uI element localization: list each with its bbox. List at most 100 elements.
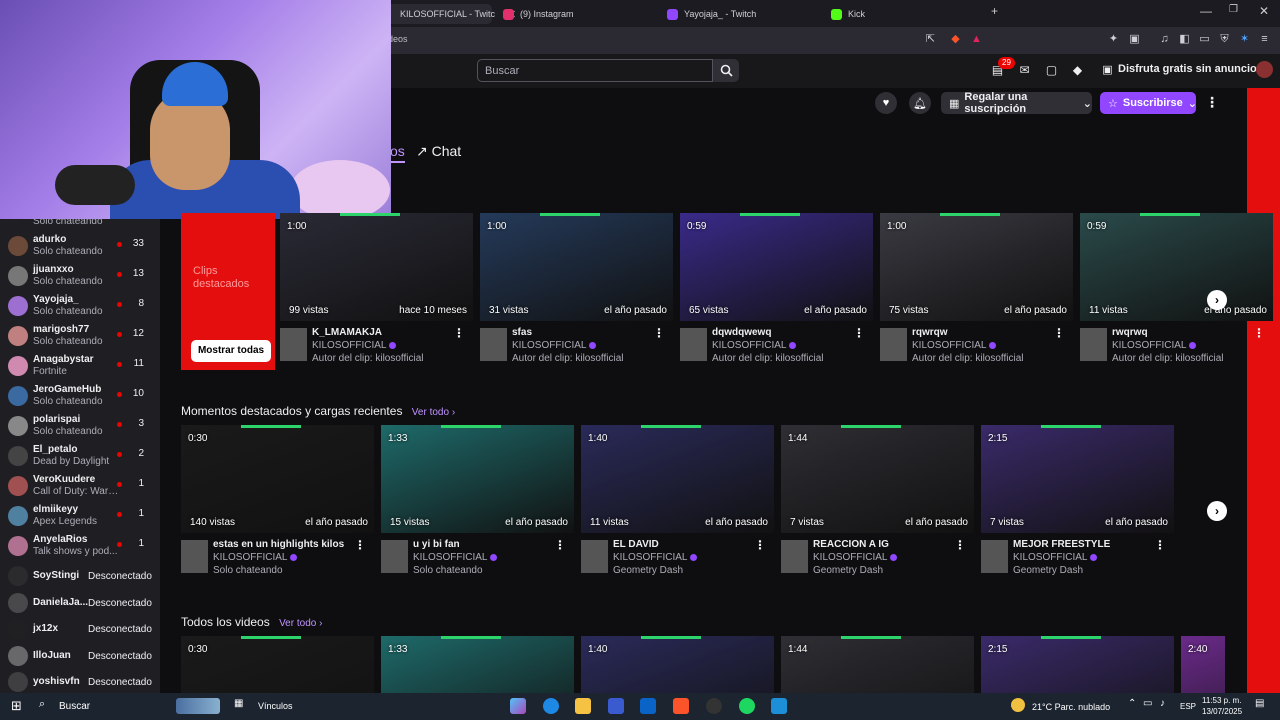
- highlights-next-arrow[interactable]: ›: [1207, 501, 1227, 521]
- tab-videos[interactable]: os: [390, 143, 405, 163]
- video-thumbnail[interactable]: 0:30: [181, 636, 374, 693]
- channel-avatar[interactable]: [981, 540, 1008, 573]
- share-icon[interactable]: ⇱: [924, 33, 937, 46]
- spotify-icon[interactable]: [739, 698, 755, 714]
- more-options-icon[interactable]: ⋮: [954, 538, 966, 552]
- more-options-icon[interactable]: ⋮: [754, 538, 766, 552]
- gift-subscription-button[interactable]: ▦ Regalar una suscripción ⌄: [941, 91, 1092, 115]
- video-title[interactable]: MEJOR FREESTYLE: [1013, 539, 1110, 550]
- sidebar-channel-offline[interactable]: jx12x Desconectado: [0, 615, 160, 645]
- video-title[interactable]: dqwdqwewq: [712, 327, 771, 338]
- weather-text[interactable]: 21°C Parc. nublado: [1032, 702, 1110, 712]
- obs-icon[interactable]: [706, 698, 722, 714]
- highlights-see-all-link[interactable]: Ver todo ›: [412, 407, 455, 418]
- video-thumbnail[interactable]: 2:15 7 vistas el año pasado: [981, 425, 1174, 533]
- brave-taskbar-icon[interactable]: [673, 698, 689, 714]
- sidebar-channel[interactable]: adurko Solo chateando 33: [0, 232, 160, 262]
- search-button[interactable]: [713, 59, 739, 82]
- network-icon[interactable]: ▭: [1143, 698, 1152, 709]
- edge-icon[interactable]: [543, 698, 559, 714]
- sidebar-channel[interactable]: marigosh77 Solo chateando 12: [0, 322, 160, 352]
- more-options-icon[interactable]: ⋮: [554, 538, 566, 552]
- more-options-icon[interactable]: ⋮: [354, 538, 366, 552]
- video-title[interactable]: EL DAVID: [613, 539, 659, 550]
- video-card[interactable]: 0:30: [181, 636, 374, 693]
- sidebar-channel[interactable]: AnyelaRios Talk shows y pod... 1: [0, 532, 160, 562]
- video-thumbnail[interactable]: 0:59 65 vistas el año pasado: [680, 213, 873, 321]
- channel-avatar[interactable]: [1080, 328, 1107, 361]
- video-thumbnail[interactable]: 1:00 31 vistas el año pasado: [480, 213, 673, 321]
- links-toolbar[interactable]: Vínculos: [258, 701, 293, 711]
- channel-avatar[interactable]: [781, 540, 808, 573]
- video-card[interactable]: 1:33: [381, 636, 574, 693]
- sidebar-channel[interactable]: polarispai Solo chateando 3: [0, 412, 160, 442]
- taskbar-search-box[interactable]: Buscar: [59, 701, 90, 712]
- more-options-icon[interactable]: ⋮: [1205, 94, 1219, 111]
- more-options-icon[interactable]: ⋮: [1253, 326, 1265, 340]
- channel-avatar[interactable]: [181, 540, 208, 573]
- close-window-button[interactable]: ✕: [1259, 4, 1269, 18]
- user-avatar[interactable]: [1256, 61, 1273, 78]
- video-channel[interactable]: KILOSOFFICIAL: [413, 552, 498, 563]
- video-thumbnail[interactable]: 1:44 7 vistas el año pasado: [781, 425, 974, 533]
- video-thumbnail[interactable]: 1:33 15 vistas el año pasado: [381, 425, 574, 533]
- video-card[interactable]: 2:15: [981, 636, 1174, 693]
- sidebar-channel[interactable]: El_petalo Dead by Daylight 2: [0, 442, 160, 472]
- brave-shield-icon[interactable]: ◆: [949, 33, 962, 46]
- taskbar-search-icon[interactable]: ⌕: [39, 698, 45, 711]
- all-videos-see-all-link[interactable]: Ver todo ›: [279, 618, 322, 629]
- video-thumbnail[interactable]: 0:30 140 vistas el año pasado: [181, 425, 374, 533]
- mail-icon[interactable]: ✉: [1017, 63, 1032, 78]
- video-card[interactable]: 1:40: [581, 636, 774, 693]
- copilot-icon[interactable]: [510, 698, 526, 714]
- show-all-clips-button[interactable]: Mostrar todas: [191, 340, 271, 362]
- video-card[interactable]: 1:44: [781, 636, 974, 693]
- video-channel[interactable]: KILOSOFFICIAL: [213, 552, 298, 563]
- maximize-button[interactable]: ❐: [1229, 4, 1238, 15]
- tab-kilosofficial[interactable]: KILOSOFFICIAL - Twitc ✕: [386, 4, 516, 24]
- tray-chevron-icon[interactable]: ⌃: [1128, 698, 1136, 709]
- media-icon[interactable]: ♫: [1158, 33, 1171, 46]
- video-thumbnail[interactable]: 2:15: [981, 636, 1174, 693]
- new-tab-button[interactable]: +: [991, 4, 998, 18]
- screenshot-icon[interactable]: ▣: [1128, 33, 1141, 46]
- sidebar-channel[interactable]: elmiikeyy Apex Legends 1: [0, 502, 160, 532]
- video-thumbnail[interactable]: 0:59 11 vistas el año pasado: [1080, 213, 1273, 321]
- video-thumbnail[interactable]: 1:00 99 vistas hace 10 meses: [280, 213, 473, 321]
- video-channel[interactable]: KILOSOFFICIAL: [312, 340, 397, 351]
- outlook-icon[interactable]: [640, 698, 656, 714]
- clock-time[interactable]: 11:53 p. m.: [1202, 696, 1241, 705]
- tab-yayojaja[interactable]: Yayojaja_ - Twitch: [667, 4, 756, 24]
- clips-next-arrow[interactable]: ›: [1207, 290, 1227, 310]
- channel-avatar[interactable]: [280, 328, 307, 361]
- channel-avatar[interactable]: [680, 328, 707, 361]
- sidebar-channel[interactable]: VeroKuudere Call of Duty: Warz... 1: [0, 472, 160, 502]
- tab-kick[interactable]: Kick: [831, 4, 865, 24]
- sidebar-channel[interactable]: JeroGameHub Solo chateando 10: [0, 382, 160, 412]
- search-input[interactable]: Buscar: [477, 59, 713, 82]
- bits-icon[interactable]: ◆: [1070, 63, 1085, 78]
- video-channel[interactable]: KILOSOFFICIAL: [912, 340, 997, 351]
- video-title[interactable]: rwqrwq: [1112, 327, 1148, 338]
- video-channel[interactable]: KILOSOFFICIAL: [512, 340, 597, 351]
- sidebar-toggle-icon[interactable]: ◧: [1178, 33, 1191, 46]
- channel-avatar[interactable]: [880, 328, 907, 361]
- video-thumbnail[interactable]: 1:40: [581, 636, 774, 693]
- video-thumbnail[interactable]: 1:00 75 vistas el año pasado: [880, 213, 1073, 321]
- more-options-icon[interactable]: ⋮: [1154, 538, 1166, 552]
- ad-free-button[interactable]: Disfruta gratis sin anuncios: [1118, 63, 1263, 75]
- video-title[interactable]: rqwrqw: [912, 327, 948, 338]
- video-channel[interactable]: KILOSOFFICIAL: [613, 552, 698, 563]
- windows-start-icon[interactable]: ⊞: [11, 698, 22, 714]
- streamlabs-icon[interactable]: [771, 698, 787, 714]
- video-thumbnail[interactable]: 2:40: [1181, 636, 1225, 693]
- video-thumbnail[interactable]: 1:44: [781, 636, 974, 693]
- sidebar-channel[interactable]: Anagabystar Fortnite 11: [0, 352, 160, 382]
- sidebar-channel[interactable]: jjuanxxo Solo chateando 13: [0, 262, 160, 292]
- video-thumbnail[interactable]: 1:33: [381, 636, 574, 693]
- tab-instagram[interactable]: (9) Instagram: [503, 4, 574, 24]
- extensions-icon[interactable]: ✦: [1107, 33, 1120, 46]
- video-title[interactable]: K_LMAMAKJA: [312, 327, 382, 338]
- wallet-icon[interactable]: ▭: [1198, 33, 1211, 46]
- task-view-icon[interactable]: ▦: [234, 698, 243, 709]
